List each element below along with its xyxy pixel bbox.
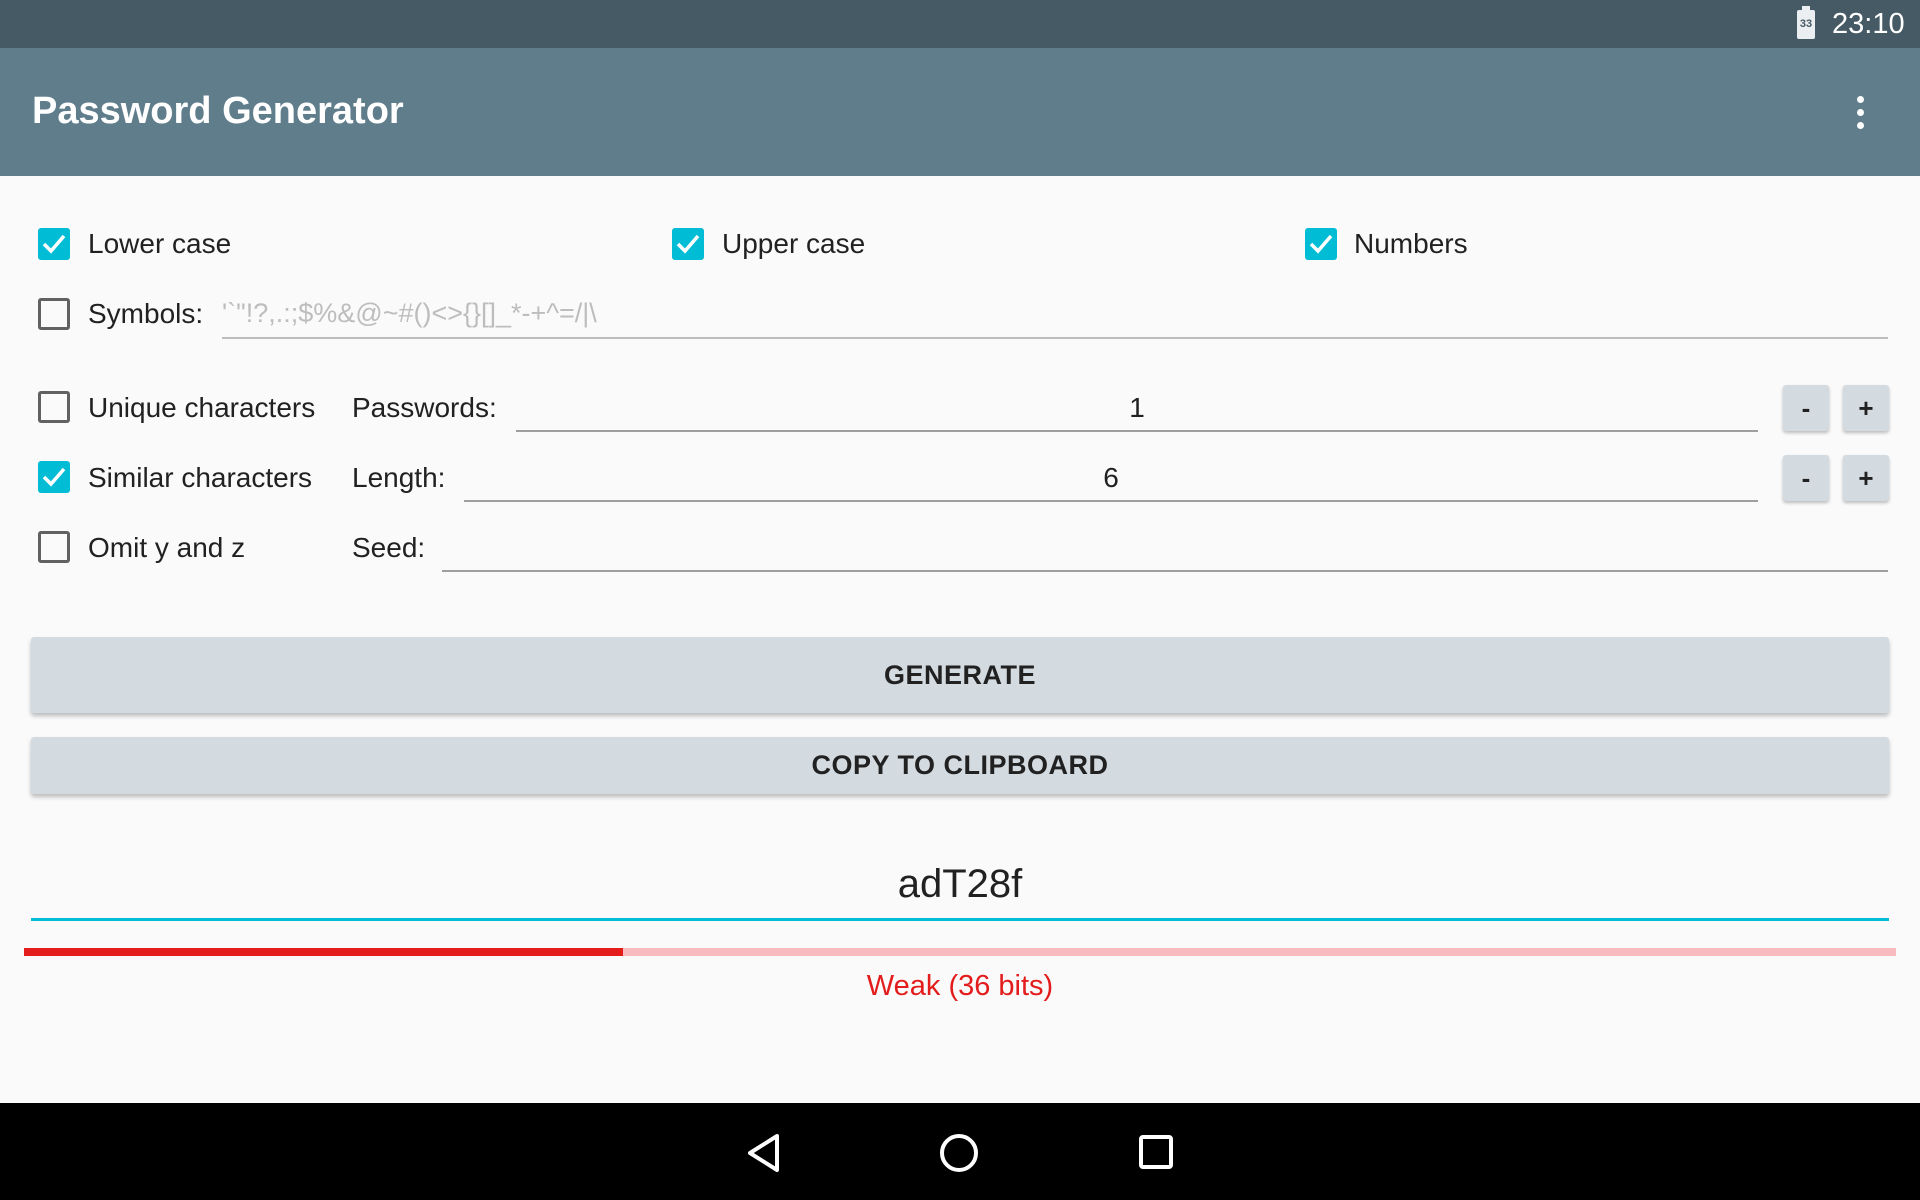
more-vert-icon[interactable] [1840, 88, 1880, 138]
navigation-bar [0, 1103, 1920, 1200]
symbols-input[interactable]: '`"!?,.:;$%&@~#()<>{}[]_*-+^=/|\ [222, 298, 597, 329]
seed-label: Seed: [352, 532, 426, 563]
passwords-label: Passwords: [352, 392, 497, 423]
similar-characters-label: Similar characters [88, 462, 313, 493]
numbers-checkbox[interactable] [1305, 228, 1337, 260]
length-input[interactable]: 6 [464, 462, 1758, 494]
generate-button[interactable]: GENERATE [31, 637, 1889, 713]
status-clock: 23:10 [1832, 8, 1905, 40]
length-underline [464, 500, 1758, 502]
strength-label: Weak (36 bits) [866, 970, 1054, 1002]
app-bar: Password Generator [0, 48, 1920, 176]
status-bar: 33 23:10 [0, 0, 1920, 48]
length-label: Length: [352, 462, 446, 493]
omit-y-and-z-label: Omit y and z [88, 532, 246, 563]
copy-to-clipboard-button[interactable]: COPY TO CLIPBOARD [31, 737, 1889, 794]
length-plus-button[interactable]: + [1843, 455, 1889, 501]
strength-meter [24, 948, 1896, 956]
check-icon [42, 234, 66, 254]
home-circle-icon[interactable] [938, 1132, 980, 1174]
symbols-underline [222, 337, 1888, 339]
password-underline [31, 918, 1889, 921]
recents-square-icon[interactable] [1138, 1134, 1174, 1170]
symbols-label: Symbols: [88, 298, 204, 329]
password-output[interactable]: adT28f [31, 862, 1889, 907]
omit-y-and-z-checkbox[interactable] [38, 531, 70, 563]
lower-case-checkbox[interactable] [38, 228, 70, 260]
battery-level: 33 [1799, 18, 1813, 30]
similar-characters-checkbox[interactable] [38, 461, 70, 493]
unique-characters-label: Unique characters [88, 392, 316, 423]
battery-icon: 33 [1797, 6, 1815, 39]
unique-characters-checkbox[interactable] [38, 391, 70, 423]
symbols-checkbox[interactable] [38, 298, 70, 330]
seed-underline [442, 570, 1888, 572]
strength-meter-fill [24, 948, 624, 956]
check-icon [676, 234, 700, 254]
numbers-label: Numbers [1354, 228, 1468, 259]
lower-case-label: Lower case [88, 228, 232, 259]
passwords-plus-button[interactable]: + [1843, 385, 1889, 431]
passwords-minus-button[interactable]: - [1783, 385, 1829, 431]
check-icon [42, 467, 66, 487]
length-minus-button[interactable]: - [1783, 455, 1829, 501]
check-icon [1309, 234, 1333, 254]
passwords-underline [516, 430, 1758, 432]
upper-case-label: Upper case [722, 228, 866, 259]
back-triangle-icon[interactable] [746, 1133, 782, 1173]
upper-case-checkbox[interactable] [672, 228, 704, 260]
app-title: Password Generator [32, 90, 404, 132]
passwords-input[interactable]: 1 [516, 392, 1758, 424]
